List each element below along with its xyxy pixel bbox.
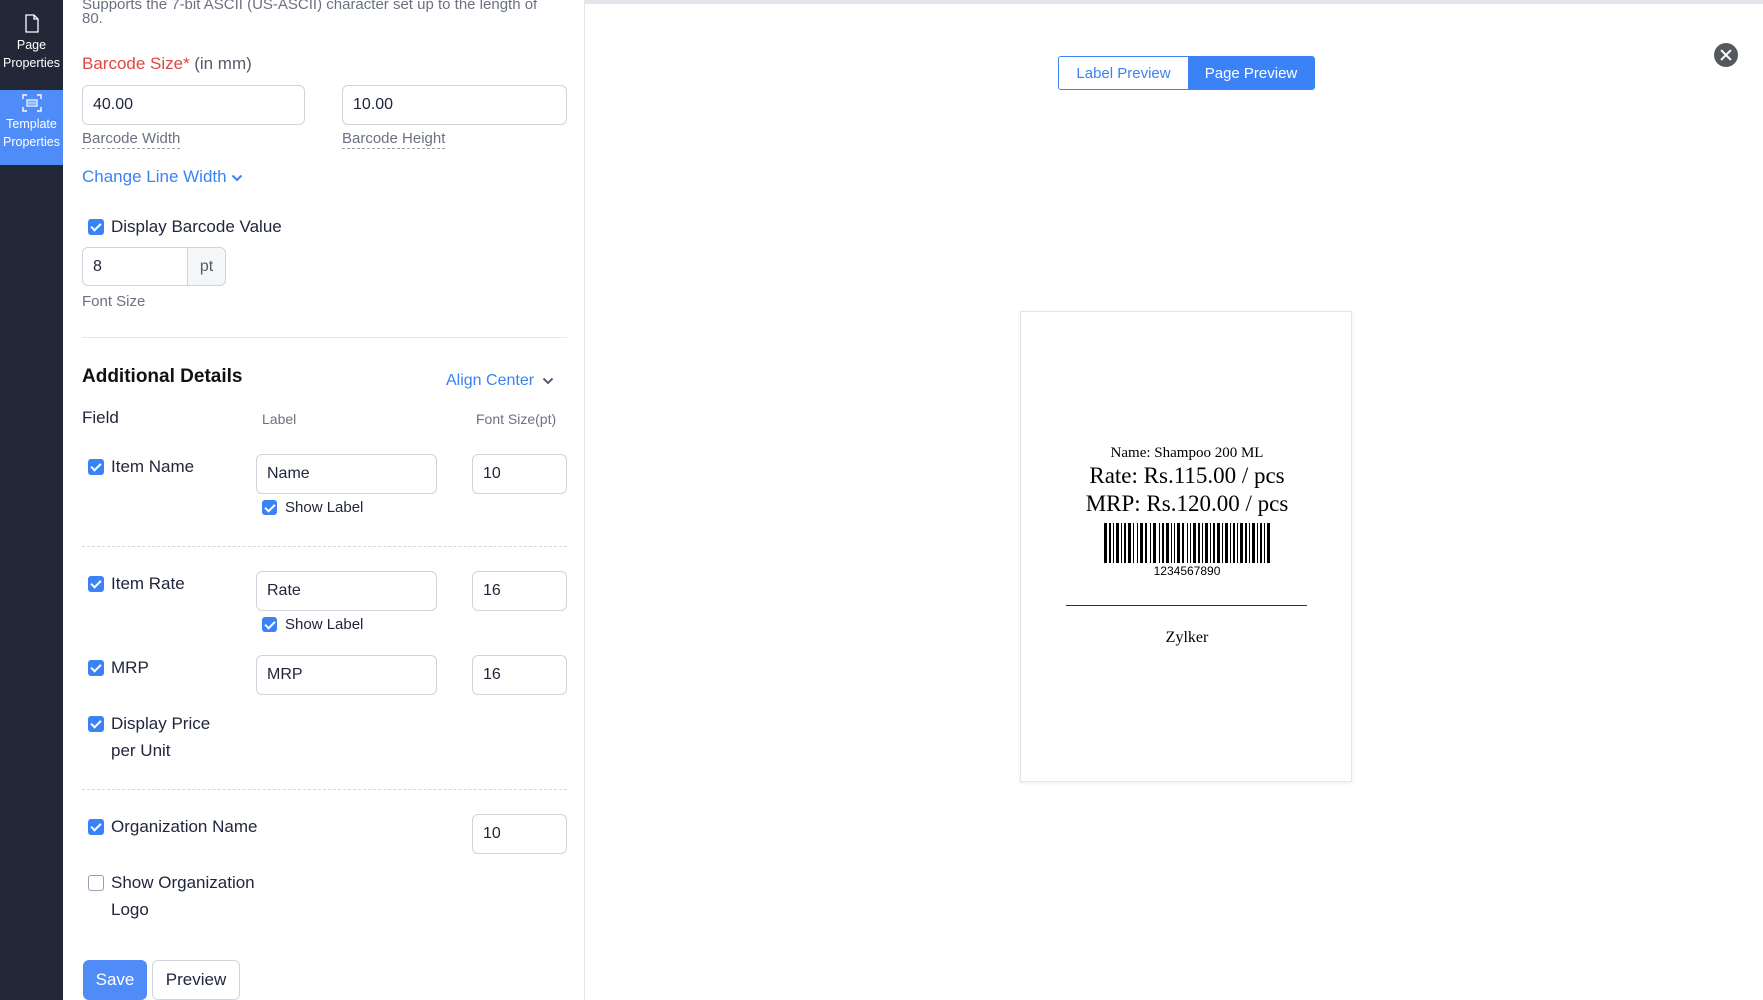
sidebar-item-label: Template	[6, 117, 57, 131]
item-name-font-size-input[interactable]: 10	[472, 454, 567, 494]
barcode-format-help-cont: 80.	[82, 10, 103, 27]
label-preview-card: Name: Shampoo 200 ML Rate: Rs.115.00 / p…	[1020, 311, 1352, 782]
col-head-field: Field	[82, 408, 119, 427]
barcode-width-hint: Barcode Width	[82, 130, 181, 149]
preview-item-name: Name: Shampoo 200 ML	[1110, 445, 1264, 461]
display-barcode-value-checkbox[interactable]	[88, 219, 104, 235]
col-head-font-size: Font Size(pt)	[476, 411, 557, 427]
sidebar-item-page-properties[interactable]: Page Properties	[0, 10, 63, 82]
show-organization-logo-label: Show Organization	[111, 873, 255, 892]
preview-separator	[1066, 605, 1307, 606]
template-properties-panel: Supports the 7-bit ASCII (US-ASCII) char…	[63, 0, 585, 1000]
barcode-height-hint: Barcode Height	[342, 130, 446, 149]
col-head-label: Label	[262, 411, 297, 427]
mrp-field-label: MRP	[111, 658, 149, 677]
item-name-field-label: Item Name	[111, 457, 195, 476]
show-organization-logo-label-cont: Logo	[111, 900, 149, 919]
barcode-size-unit: (in mm)	[194, 54, 252, 73]
barcode-format-help: Supports the 7-bit ASCII (US-ASCII) char…	[82, 0, 538, 13]
align-dropdown-label: Align Center	[446, 372, 535, 389]
display-price-per-unit-checkbox[interactable]	[88, 716, 104, 732]
change-line-width-link[interactable]: Change Line Width	[82, 167, 243, 187]
row-divider	[82, 546, 567, 547]
barcode-scan-icon	[21, 94, 42, 112]
preview-button[interactable]: Preview	[152, 960, 240, 1000]
display-price-per-unit-label: Display Price	[111, 714, 211, 733]
mrp-label-input[interactable]: MRP	[256, 655, 437, 695]
organization-name-label: Organization Name	[111, 817, 258, 836]
barcode-size-label: Barcode Size*	[82, 54, 190, 73]
chevron-down-icon	[231, 174, 242, 181]
additional-details-title: Additional Details	[82, 366, 243, 387]
item-name-show-label: Show Label	[285, 499, 364, 516]
barcode-height-input[interactable]: 10.00	[342, 85, 567, 125]
preview-item-rate: Rate: Rs.115.00 / pcs	[1089, 463, 1285, 488]
item-name-show-label-checkbox[interactable]	[262, 500, 277, 515]
tab-page-preview[interactable]: Page Preview	[1188, 57, 1314, 89]
document-icon	[24, 14, 39, 33]
organization-font-size-input[interactable]: 10	[472, 814, 567, 854]
left-rail: Page Properties Template Properties	[0, 0, 63, 1000]
sidebar-item-template-properties[interactable]: Template Properties	[0, 90, 63, 165]
mrp-font-size-input[interactable]: 16	[472, 655, 567, 695]
mrp-checkbox[interactable]	[88, 660, 104, 676]
display-barcode-value-label: Display Barcode Value	[111, 217, 282, 236]
item-rate-checkbox[interactable]	[88, 576, 104, 592]
item-rate-show-label-checkbox[interactable]	[262, 617, 277, 632]
preview-barcode-number: 1234567890	[1153, 564, 1221, 578]
close-icon[interactable]	[1714, 43, 1738, 67]
sidebar-item-label: Properties	[3, 56, 60, 70]
tab-label-preview[interactable]: Label Preview	[1059, 57, 1188, 89]
align-dropdown[interactable]: Align Center	[446, 372, 554, 390]
section-divider	[82, 337, 567, 338]
sidebar-item-label: Page	[16, 38, 47, 52]
save-button[interactable]: Save	[83, 960, 147, 1000]
item-name-label-input[interactable]: Name	[256, 454, 437, 494]
font-size-hint: Font Size	[82, 293, 146, 310]
item-rate-label-input[interactable]: Rate	[256, 571, 437, 611]
chevron-down-icon	[542, 377, 554, 385]
preview-mode-toggle: Label Preview Page Preview	[1058, 56, 1315, 90]
font-size-unit-suffix: pt	[188, 247, 226, 286]
barcode-width-input[interactable]: 40.00	[82, 85, 305, 125]
barcode-size-heading: Barcode Size* (in mm)	[82, 54, 252, 74]
display-price-per-unit-label-cont: per Unit	[111, 741, 171, 760]
barcode-font-size-input[interactable]: 8	[82, 247, 188, 286]
item-rate-font-size-input[interactable]: 16	[472, 571, 567, 611]
sidebar-item-label: Properties	[3, 135, 60, 149]
change-line-width-label: Change Line Width	[82, 167, 227, 186]
organization-name-checkbox[interactable]	[88, 819, 104, 835]
row-divider	[82, 789, 567, 790]
item-rate-show-label: Show Label	[285, 616, 364, 633]
item-rate-field-label: Item Rate	[111, 574, 185, 593]
show-organization-logo-checkbox[interactable]	[88, 875, 104, 891]
preview-organization-name: Zylker	[1165, 629, 1209, 646]
item-name-checkbox[interactable]	[88, 459, 104, 475]
preview-mrp: MRP: Rs.120.00 / pcs	[1085, 491, 1289, 516]
barcode-image	[1104, 523, 1270, 563]
